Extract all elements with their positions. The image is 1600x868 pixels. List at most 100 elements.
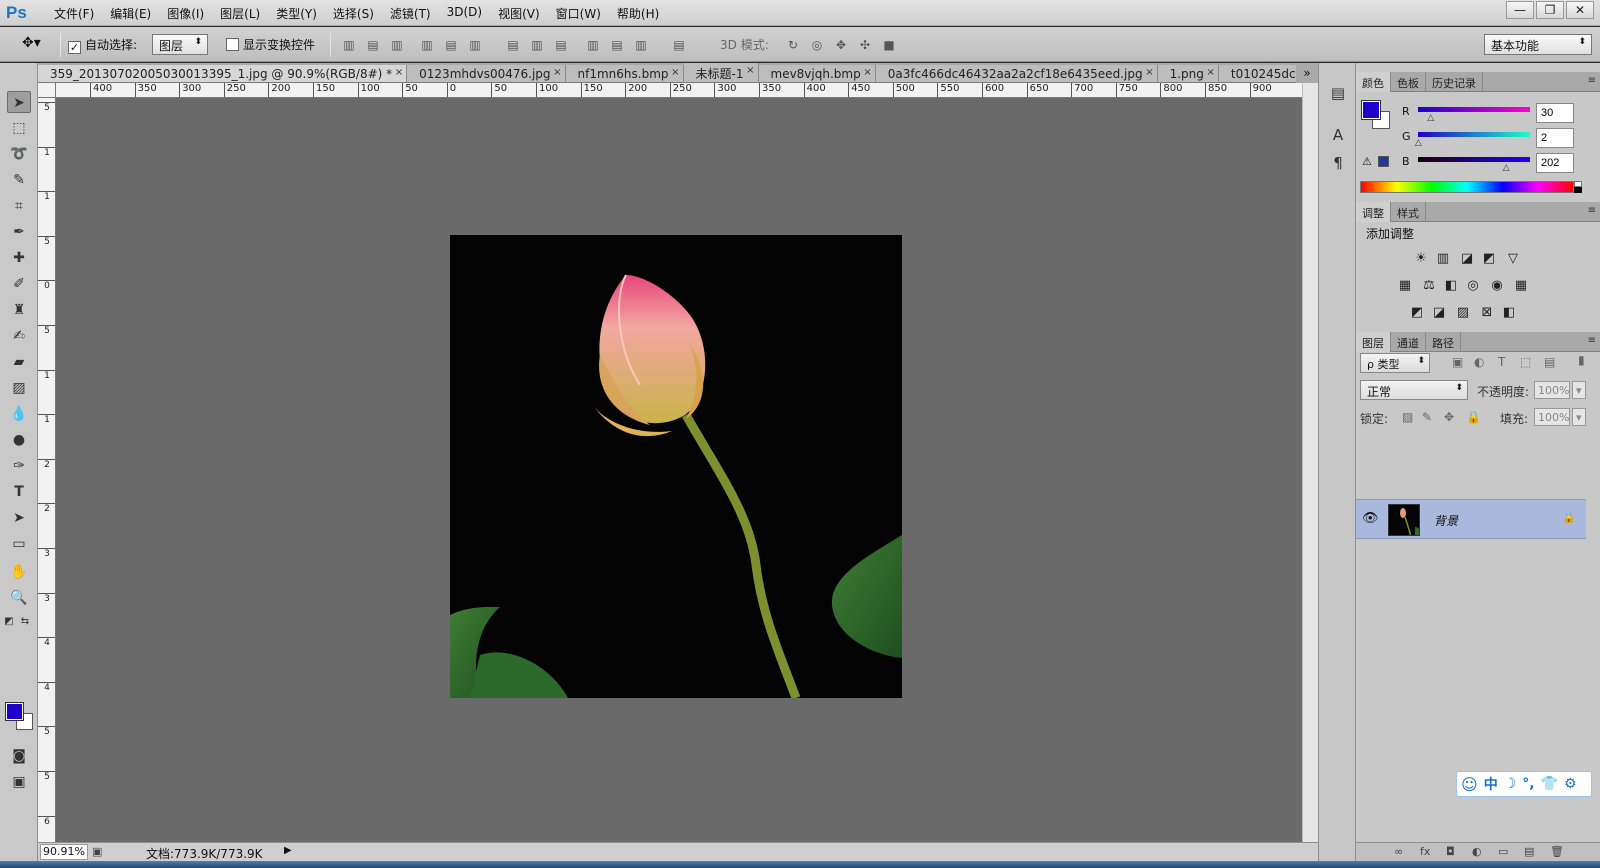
align-distribute-icon[interactable]: ▥ xyxy=(586,38,600,52)
eraser-tool-icon[interactable]: ▰ xyxy=(7,351,31,373)
color-panel-tab[interactable]: 色板 xyxy=(1391,72,1426,92)
lasso-tool-icon[interactable]: ➰ xyxy=(7,143,31,165)
close-tab-icon[interactable]: × xyxy=(863,67,871,78)
fill-arrow-icon[interactable]: ▾ xyxy=(1572,408,1586,426)
menu-item-9[interactable]: 窗口(W) xyxy=(548,5,609,22)
green-slider[interactable] xyxy=(1418,132,1530,137)
close-tab-icon[interactable]: × xyxy=(671,67,679,78)
layer-visibility-eye-icon[interactable]: 👁 xyxy=(1362,511,1379,526)
align-distribute-icon[interactable]: ▤ xyxy=(672,38,686,52)
lock-position-icon[interactable]: ✥ xyxy=(1444,410,1454,424)
menu-item-8[interactable]: 视图(V) xyxy=(490,5,548,22)
web-safe-color-swatch[interactable] xyxy=(1378,156,1389,167)
align-distribute-icon[interactable]: ▤ xyxy=(444,38,458,52)
clone-stamp-tool-icon[interactable]: ♜ xyxy=(7,299,31,321)
lock-transparent-icon[interactable]: ▨ xyxy=(1402,410,1413,424)
properties-panel-icon[interactable]: ▤ xyxy=(1328,83,1348,103)
3d-camera-tool-icon[interactable]: ◎ xyxy=(810,38,824,52)
adjustment-icon[interactable]: ◩ xyxy=(1408,304,1426,322)
adjustment-icon[interactable]: ▦ xyxy=(1512,277,1530,295)
auto-select-target-dropdown[interactable]: 图层 ⬍ xyxy=(152,34,208,55)
adjustments-panel-tab[interactable]: 调整 xyxy=(1356,202,1391,222)
layers-footer-icon[interactable]: fx xyxy=(1420,845,1430,858)
adjustment-icon[interactable]: ◧ xyxy=(1500,304,1518,322)
3d-camera-tool-icon[interactable]: ■ xyxy=(882,38,896,52)
adjustment-icon[interactable]: ⚖ xyxy=(1420,277,1438,295)
menu-item-3[interactable]: 图层(L) xyxy=(212,5,268,22)
layers-panel-tab[interactable]: 通道 xyxy=(1391,332,1426,352)
move-tool-icon[interactable]: ➤ xyxy=(7,91,31,113)
menu-item-2[interactable]: 图像(I) xyxy=(159,5,212,22)
character-panel-icon[interactable]: A xyxy=(1328,125,1348,145)
align-distribute-icon[interactable]: ▤ xyxy=(366,38,380,52)
adjustment-icon[interactable]: ▥ xyxy=(1434,250,1452,268)
layers-footer-icon[interactable]: ∞ xyxy=(1394,845,1403,858)
layer-filter-dropdown[interactable]: ρ 类型 ⬍ xyxy=(1360,353,1430,373)
workspace-dropdown[interactable]: 基本功能 ⬍ xyxy=(1484,34,1592,55)
close-tab-icon[interactable]: × xyxy=(746,65,754,76)
opacity-field[interactable]: 100% xyxy=(1534,381,1570,399)
color-panel-tab[interactable]: 历史记录 xyxy=(1426,72,1483,92)
show-transform-checkbox[interactable]: 显示变换控件 xyxy=(226,36,315,53)
align-distribute-icon[interactable]: ▥ xyxy=(468,38,482,52)
hand-tool-icon[interactable]: ✋ xyxy=(7,561,31,583)
adjustment-icon[interactable]: ◉ xyxy=(1488,277,1506,295)
align-distribute-icon[interactable]: ▥ xyxy=(530,38,544,52)
horizontal-ruler[interactable]: 400 350 300 250 200 150 100 50 0 50 100 150 200 250 30… xyxy=(56,83,1302,98)
brush-tool-icon[interactable]: ✐ xyxy=(7,273,31,295)
menu-item-4[interactable]: 类型(Y) xyxy=(268,5,325,22)
document-tab[interactable]: 1.png × xyxy=(1157,65,1219,82)
layers-footer-icon[interactable]: 🗑 xyxy=(1550,845,1564,858)
menu-item-5[interactable]: 选择(S) xyxy=(325,5,382,22)
screen-mode-icon[interactable]: ▣ xyxy=(7,771,31,793)
crop-tool-icon[interactable]: ⌗ xyxy=(7,195,31,217)
vertical-scrollbar[interactable] xyxy=(1302,83,1318,842)
type-tool-icon[interactable]: T xyxy=(7,481,31,503)
adjustment-icon[interactable]: ☀ xyxy=(1412,250,1430,268)
green-value-input[interactable] xyxy=(1536,128,1574,148)
align-distribute-icon[interactable]: ▥ xyxy=(390,38,404,52)
menu-item-6[interactable]: 滤镜(T) xyxy=(382,5,439,22)
adjustment-icon[interactable]: ▨ xyxy=(1454,304,1472,322)
align-distribute-icon[interactable]: ▤ xyxy=(610,38,624,52)
zoom-tool-icon[interactable]: 🔍 xyxy=(7,587,31,609)
panel-menu-icon[interactable]: ≡ xyxy=(1588,75,1596,86)
align-distribute-icon[interactable]: ▤ xyxy=(506,38,520,52)
opacity-arrow-icon[interactable]: ▾ xyxy=(1572,381,1586,399)
close-tab-icon[interactable]: × xyxy=(1206,67,1214,78)
eyedropper-tool-icon[interactable]: ✒ xyxy=(7,221,31,243)
close-tab-icon[interactable]: × xyxy=(1145,67,1153,78)
blue-slider-thumb-icon[interactable]: △ xyxy=(1503,163,1510,173)
quick-select-tool-icon[interactable]: ✎ xyxy=(7,169,31,191)
lock-pixels-icon[interactable]: ✎ xyxy=(1422,410,1432,424)
layers-panel-tab[interactable]: 图层 xyxy=(1356,332,1391,352)
type-filter-icon[interactable]: T xyxy=(1498,355,1505,369)
pixel-filter-icon[interactable]: ▣ xyxy=(1452,355,1463,369)
smart-object-filter-icon[interactable]: ▤ xyxy=(1544,355,1555,369)
blue-value-input[interactable] xyxy=(1536,153,1574,173)
close-button[interactable]: ✕ xyxy=(1566,1,1594,19)
gradient-tool-icon[interactable]: ▨ xyxy=(7,377,31,399)
pen-tool-icon[interactable]: ✑ xyxy=(7,455,31,477)
ime-settings-icon[interactable]: ⚙ xyxy=(1564,776,1577,792)
document-tab[interactable]: 0123mhdvs00476.jpg × xyxy=(407,65,566,82)
status-menu-arrow-icon[interactable]: ▶ xyxy=(284,845,292,856)
document-tab[interactable]: 359_20130702005030013395_1.jpg @ 90.9%(R… xyxy=(38,65,408,82)
path-selection-tool-icon[interactable]: ➤ xyxy=(7,507,31,529)
healing-brush-tool-icon[interactable]: ✚ xyxy=(7,247,31,269)
document-tab[interactable]: mev8vjqh.bmp × xyxy=(758,65,876,82)
menu-item-10[interactable]: 帮助(H) xyxy=(609,5,667,22)
align-distribute-icon[interactable]: ▥ xyxy=(634,38,648,52)
adjustment-icon[interactable]: ◧ xyxy=(1442,277,1460,295)
ruler-origin[interactable] xyxy=(38,83,56,98)
blue-slider[interactable] xyxy=(1418,157,1530,162)
3d-camera-tool-icon[interactable]: ↻ xyxy=(786,38,800,52)
layers-footer-icon[interactable]: ◐ xyxy=(1472,845,1482,858)
color-panel-foreground-swatch[interactable] xyxy=(1361,100,1381,120)
blend-mode-dropdown[interactable]: 正常 ⬍ xyxy=(1360,380,1468,400)
green-slider-thumb-icon[interactable]: △ xyxy=(1415,138,1422,148)
blur-tool-icon[interactable]: 💧 xyxy=(7,403,31,425)
3d-camera-tool-icon[interactable]: ✣ xyxy=(858,38,872,52)
rectangle-tool-icon[interactable]: ▭ xyxy=(7,533,31,555)
document-tab[interactable]: 0a3fc466dc46432aa2a2cf18e6435eed.jpg × xyxy=(875,65,1158,82)
